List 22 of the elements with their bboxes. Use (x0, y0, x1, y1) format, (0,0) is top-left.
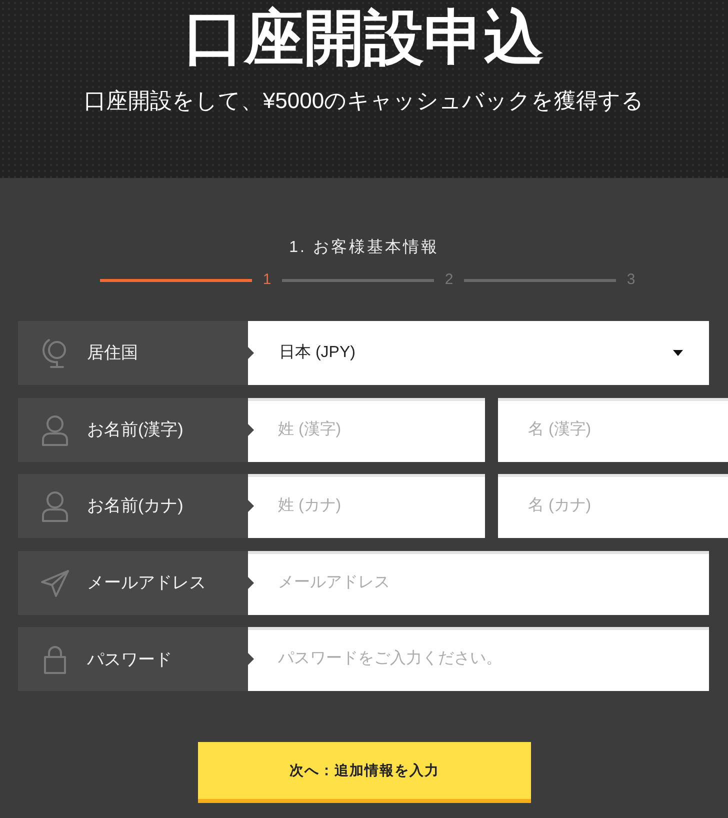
password-input[interactable]: パスワードをご入力ください。 (248, 627, 709, 692)
next-button[interactable]: 次へ：追加情報を入力 (198, 742, 531, 804)
step-number: 3 (626, 270, 636, 290)
field-label: お名前(漢字) (87, 418, 184, 441)
page-title: 口座開設申込 (184, 8, 544, 68)
name-input[interactable]: 名 (カナ) (498, 474, 728, 538)
step-title: 1. お客様基本情報 (288, 238, 440, 258)
step-number: 1 (262, 270, 272, 290)
name-input[interactable]: 姓 (カナ) (248, 474, 485, 538)
name-input[interactable]: 姓 (漢字) (248, 398, 485, 462)
email-input[interactable]: メールアドレス (248, 550, 709, 615)
step-number: 2 (444, 270, 454, 290)
page-subtitle: 口座開設をして、¥5000のキャッシュバックを獲得する (82, 87, 646, 115)
field-label: メールアドレス (87, 572, 206, 594)
person-icon (40, 490, 70, 522)
caret-icon[interactable] (673, 350, 683, 356)
name-input[interactable]: 名 (漢字) (498, 398, 728, 462)
country-select[interactable]: 日本 (JPY) (248, 321, 709, 385)
field-label: 居住国 (87, 342, 138, 364)
field-label: お名前(カナ) (87, 495, 184, 518)
field-label: パスワード (87, 648, 172, 671)
person-icon (40, 414, 70, 446)
